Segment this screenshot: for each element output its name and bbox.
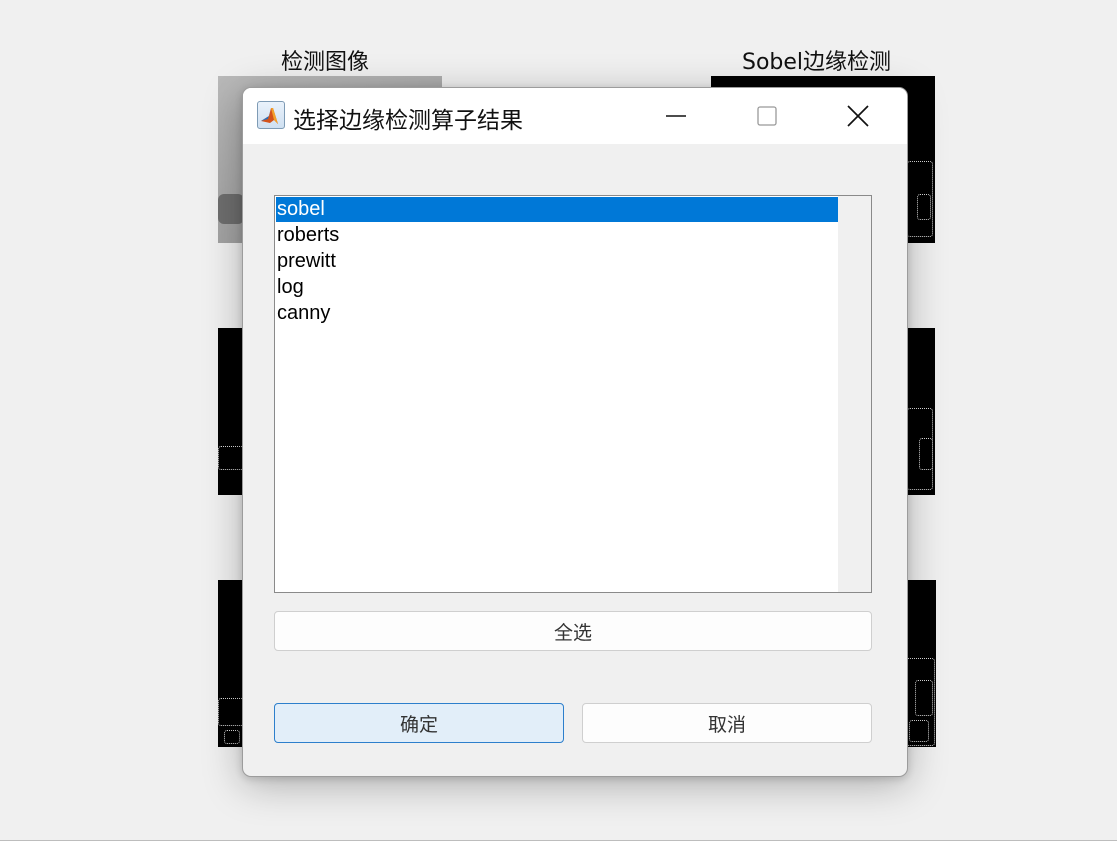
minimize-button[interactable] xyxy=(631,88,721,144)
ok-button[interactable]: 确定 xyxy=(274,703,564,743)
listbox-scrollbar[interactable] xyxy=(838,196,871,592)
maximize-button[interactable] xyxy=(722,88,812,144)
dialog-titlebar[interactable]: 选择边缘检测算子结果 xyxy=(243,88,907,144)
list-item-log[interactable]: log xyxy=(276,275,838,300)
sobel-title: Sobel边缘检测 xyxy=(742,50,892,75)
close-icon xyxy=(847,105,869,127)
close-button[interactable] xyxy=(813,88,903,144)
matlab-icon xyxy=(257,101,285,129)
maximize-icon xyxy=(757,106,777,126)
list-item-roberts[interactable]: roberts xyxy=(276,223,838,248)
select-all-button[interactable]: 全选 xyxy=(274,611,872,651)
select-operator-dialog: 选择边缘检测算子结果 sobel roberts prewitt log can… xyxy=(242,87,908,777)
list-item-canny[interactable]: canny xyxy=(276,301,838,326)
cancel-button[interactable]: 取消 xyxy=(582,703,872,743)
input-image-title: 检测图像 xyxy=(281,50,370,75)
minimize-icon xyxy=(666,115,686,117)
list-item-prewitt[interactable]: prewitt xyxy=(276,249,838,274)
dialog-title: 选择边缘检测算子结果 xyxy=(293,108,523,134)
operator-listbox[interactable]: sobel roberts prewitt log canny xyxy=(274,195,872,593)
list-item-sobel[interactable]: sobel xyxy=(276,197,838,222)
